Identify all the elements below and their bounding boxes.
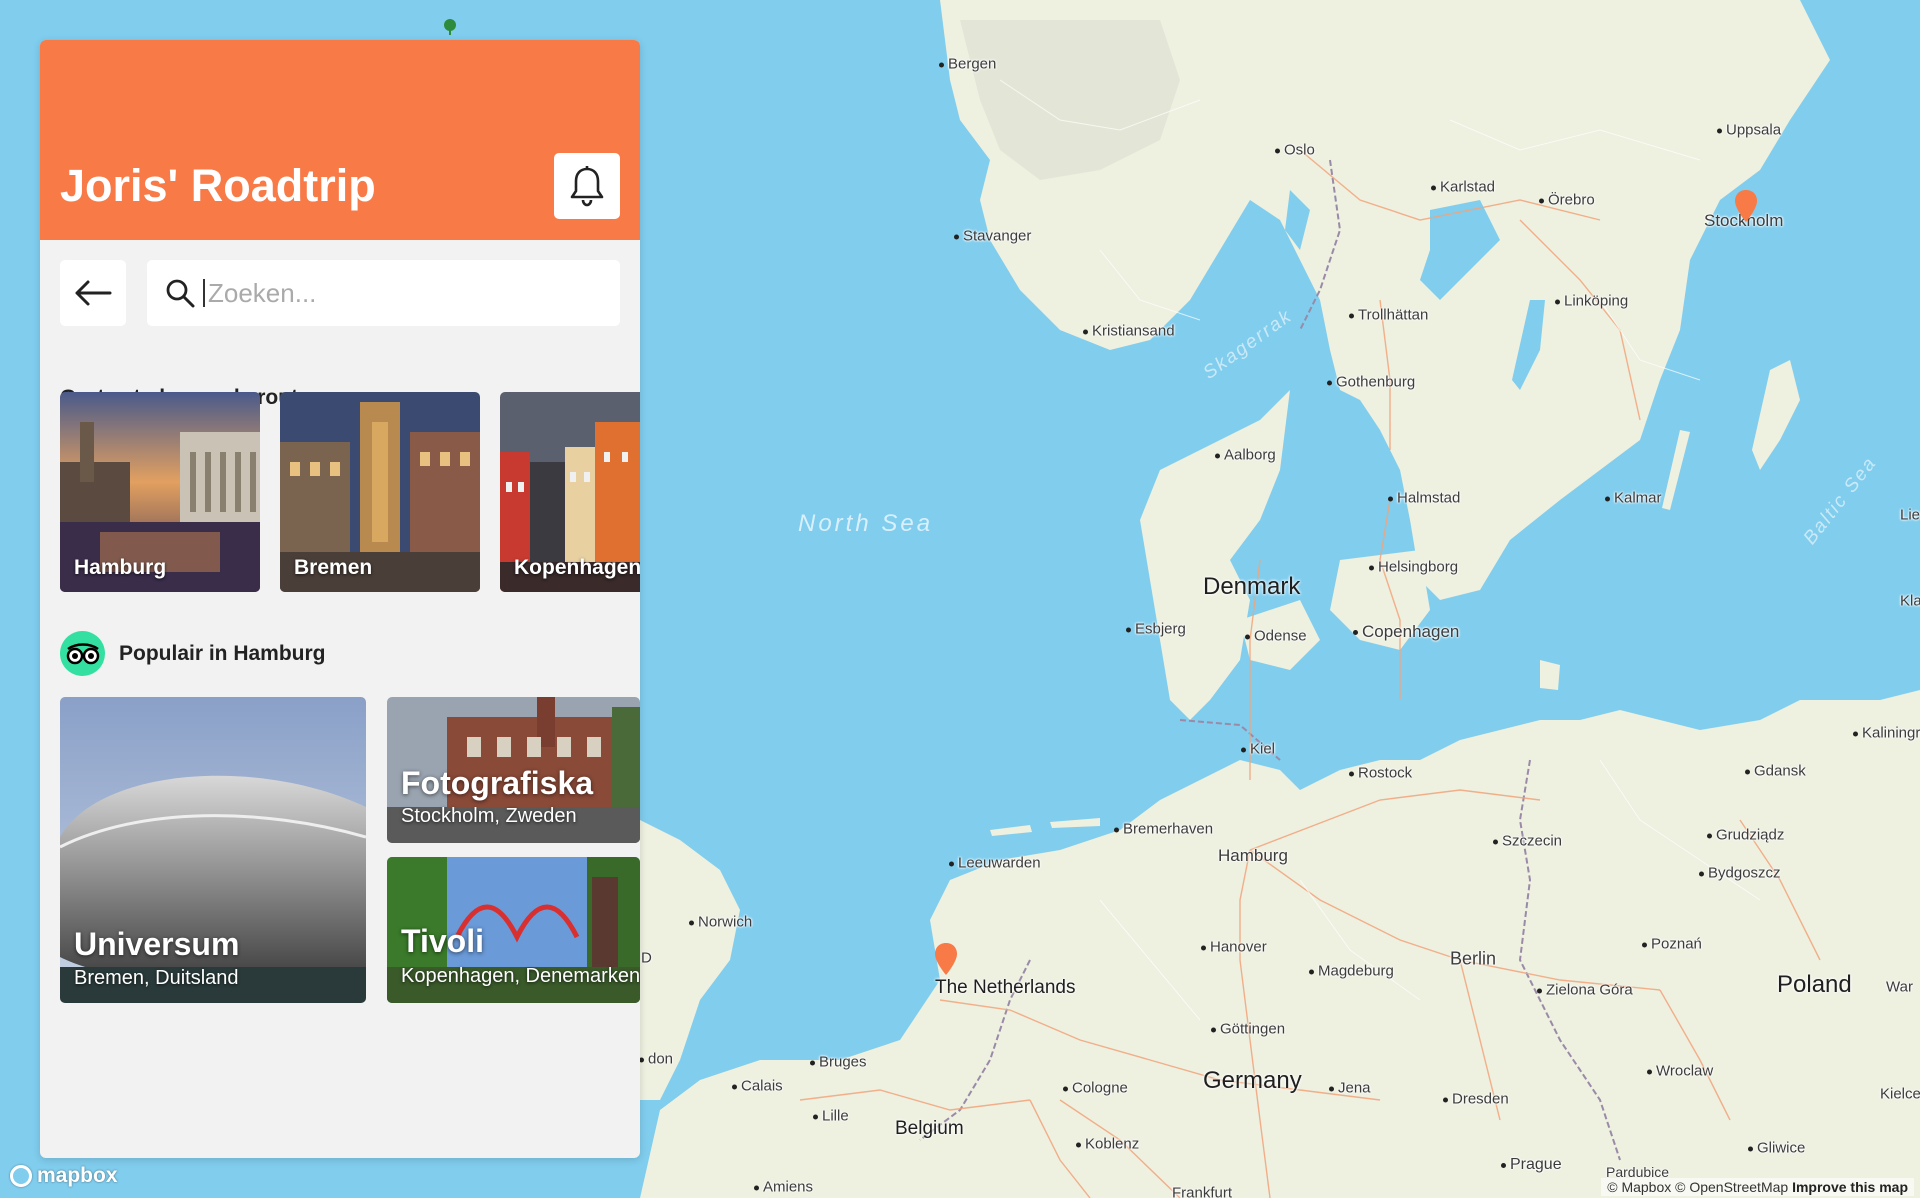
city-label: Poznań: [1642, 935, 1702, 953]
city-label: Lille: [813, 1107, 849, 1125]
poi-place: Stockholm, Zweden: [401, 805, 577, 827]
mapbox-logo[interactable]: mapbox: [10, 1164, 118, 1188]
city-card-label: Bremen: [294, 556, 373, 579]
map-attribution: © Mapbox © OpenStreetMap Improve this ma…: [1601, 1178, 1914, 1196]
city-label: Amiens: [753, 1178, 814, 1196]
poi-name: Tivoli: [401, 923, 484, 959]
city-label: Oslo: [1275, 141, 1315, 159]
city-label: Hanover: [1201, 938, 1267, 956]
country-label-netherlands: The Netherlands: [935, 977, 1076, 998]
sea-label-north-sea: North Sea: [798, 510, 934, 537]
city-label: Helsingborg: [1368, 558, 1459, 576]
search-icon: [166, 279, 195, 308]
sidebar-panel: Joris' Roadtrip Zoeken... Grote steden o…: [40, 40, 640, 1158]
city-label: Dresden: [1443, 1090, 1509, 1108]
city-label: Kaliningra: [1853, 725, 1920, 742]
poi-place: Kopenhagen, Denemarken: [401, 965, 640, 987]
city-label: Prague: [1501, 1156, 1562, 1173]
city-label: Hamburg: [1218, 846, 1288, 865]
city-label: Zielona Góra: [1537, 981, 1633, 999]
mapbox-logo-text: mapbox: [37, 1164, 118, 1187]
city-card-label: Kopenhagen: [514, 556, 640, 579]
bell-icon: [570, 166, 604, 207]
city-label: Leeuwarden: [949, 854, 1041, 872]
city-label: Bruges: [810, 1053, 867, 1071]
tripadvisor-owl-icon: [66, 642, 99, 664]
city-label: Örebro: [1539, 191, 1595, 209]
city-label: Trollhättan: [1348, 306, 1429, 324]
city-label: Uppsala: [1716, 121, 1782, 139]
city-label: Kalmar: [1605, 489, 1662, 507]
city-label: Esbjerg: [1126, 620, 1186, 638]
poi-card-tivoli[interactable]: Tivoli Kopenhagen, Denemarken: [387, 857, 640, 1003]
city-label: War: [1886, 978, 1913, 996]
city-label: Rostock: [1348, 764, 1413, 782]
city-label: Bydgoszcz: [1699, 864, 1781, 882]
city-card-hamburg[interactable]: Hamburg: [60, 392, 260, 592]
city-label: Aalborg: [1215, 446, 1276, 464]
city-label: don: [638, 1050, 674, 1068]
city-label: Copenhagen: [1352, 622, 1460, 641]
attribution-text[interactable]: © Mapbox © OpenStreetMap: [1607, 1179, 1788, 1195]
city-label: Frankfurt: [1172, 1184, 1233, 1198]
city-label: Karlstad: [1430, 178, 1496, 196]
search-placeholder: Zoeken...: [203, 279, 316, 307]
city-card-label: Hamburg: [74, 556, 167, 579]
city-label: Göttingen: [1210, 1020, 1286, 1038]
tripadvisor-icon: [60, 631, 105, 676]
city-label: Stavanger: [953, 227, 1032, 245]
city-label: Kiel: [1240, 740, 1276, 758]
search-input[interactable]: Zoeken...: [147, 260, 620, 326]
poi-place: Bremen, Duitsland: [74, 967, 239, 989]
poi-name: Fotografiska: [401, 765, 594, 801]
map-pin-icon[interactable]: [1733, 189, 1759, 223]
back-button[interactable]: [60, 260, 126, 326]
city-label: Wroclaw: [1646, 1062, 1714, 1080]
poi-name: Universum: [74, 926, 240, 962]
arrow-left-icon: [75, 280, 112, 306]
city-label: Jena: [1329, 1079, 1371, 1097]
poi-card-fotografiska[interactable]: Fotografiska Stockholm, Zweden: [387, 697, 640, 843]
city-card-kopenhagen[interactable]: Kopenhagen: [500, 392, 640, 592]
header: Joris' Roadtrip: [40, 40, 640, 240]
city-label: Cologne: [1063, 1079, 1128, 1097]
city-label: Gliwice: [1747, 1139, 1806, 1157]
city-label: Grudziądz: [1706, 826, 1785, 844]
city-label: Szczecin: [1492, 832, 1563, 850]
city-label: Bergen: [938, 55, 997, 73]
city-label: Gdansk: [1745, 762, 1806, 780]
notifications-button[interactable]: [554, 153, 620, 219]
country-label-denmark: Denmark: [1203, 573, 1301, 600]
city-label: Calais: [732, 1077, 783, 1095]
poi-card-universum[interactable]: Universum Bremen, Duitsland: [60, 697, 366, 1003]
city-label: Koblenz: [1075, 1135, 1140, 1153]
city-label: Norwich: [688, 913, 753, 931]
city-label: D: [641, 949, 652, 967]
city-label: Odense: [1245, 627, 1307, 645]
city-label: Lie: [1900, 506, 1920, 524]
page-title: Joris' Roadtrip: [60, 160, 376, 211]
city-label: Gothenburg: [1326, 373, 1416, 391]
tree-icon: [444, 19, 456, 35]
map-pin-icon[interactable]: [933, 942, 959, 976]
country-label-germany: Germany: [1203, 1067, 1302, 1094]
improve-map-link[interactable]: Improve this map: [1792, 1179, 1908, 1195]
country-label-belgium: Belgium: [895, 1118, 964, 1139]
city-label: Linköping: [1554, 292, 1629, 310]
mapbox-logo-icon: [10, 1165, 32, 1187]
city-label: Magdeburg: [1309, 962, 1394, 980]
city-label: Kla: [1900, 592, 1920, 610]
city-label: Berlin: [1450, 948, 1497, 969]
city-label: Kielce: [1880, 1085, 1920, 1103]
city-label: Halmstad: [1387, 489, 1461, 507]
country-label-poland: Poland: [1777, 971, 1852, 998]
popular-section-title: Populair in Hamburg: [119, 642, 326, 665]
city-card-bremen[interactable]: Bremen: [280, 392, 480, 592]
city-label: Kristiansand: [1083, 322, 1175, 340]
city-label: Bremerhaven: [1113, 820, 1214, 838]
